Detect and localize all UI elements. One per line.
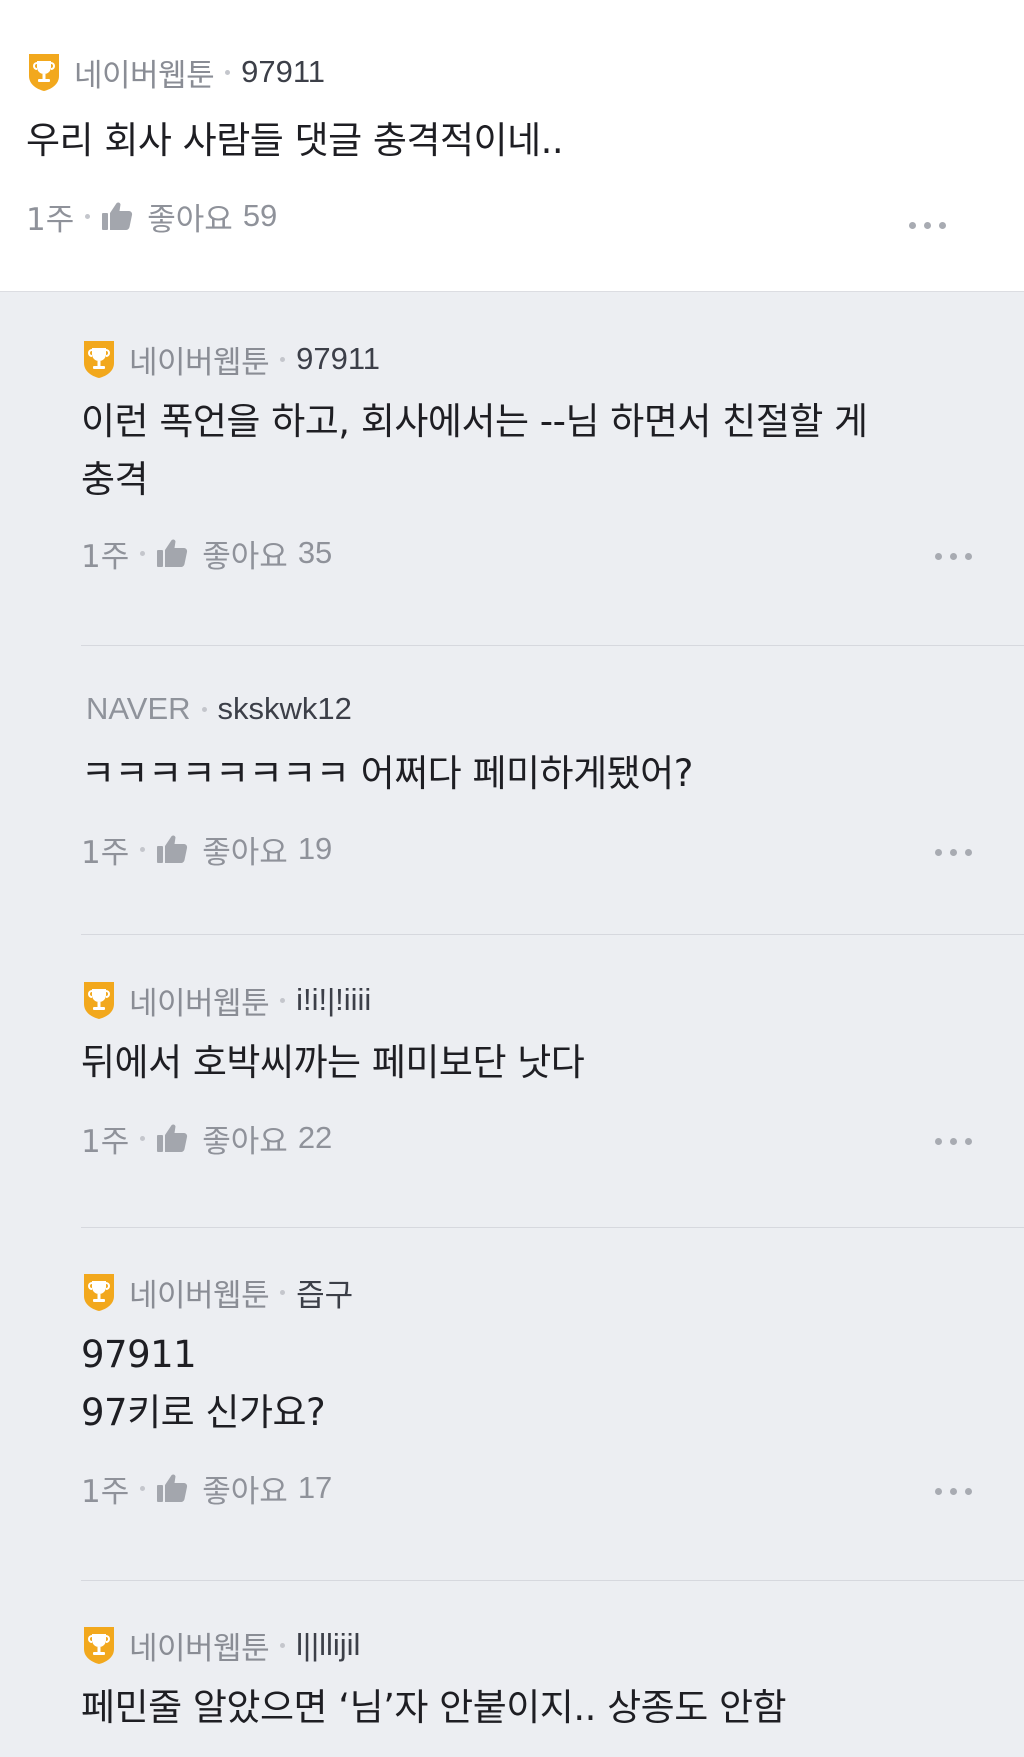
source-label: 네이버웹툰 [129,1277,270,1314]
separator-dot [140,846,146,852]
thumbs-up-icon[interactable] [156,834,188,864]
timestamp: 1주 [81,834,130,871]
separator-dot [85,213,91,219]
like-count: 59 [242,198,278,233]
reply-list: 네이버웹툰 97911 이런 폭언을 하고, 회사에서는 --님 하면서 친절할… [0,292,1024,1756]
comment-text: 이런 폭언을 하고, 회사에서는 --님 하면서 친절할 게 충격 [81,400,868,501]
separator-dot [225,69,231,75]
comment-meta: 네이버웹툰 i!i!|!iiii [81,978,1024,1022]
like-count: 22 [297,1120,333,1155]
like-count: 35 [297,535,333,570]
comment-meta: NAVER skskwk12 [81,687,1024,731]
separator-dot [140,1485,146,1491]
thumbs-up-icon[interactable] [101,201,133,231]
thumbs-up-icon[interactable] [156,1123,188,1153]
more-icon [935,1487,942,1495]
timestamp: 1주 [81,538,130,575]
reply-item: 네이버웹툰 97911 이런 폭언을 하고, 회사에서는 --님 하면서 친절할… [81,292,1024,646]
reply-item: 네이버웹툰 i!i!|!iiii 뒤에서 호박씨까는 페미보단 낫다 1주 좋아… [81,935,1024,1228]
more-icon [909,221,916,229]
source-label: 네이버웹툰 [129,1630,270,1667]
like-label[interactable]: 좋아요 [202,1116,288,1161]
trophy-icon [81,1625,117,1665]
more-options-button[interactable] [935,541,972,571]
comment-text: 페민줄 알았으면 ‘님’자 안붙이지.. 상종도 안함 [81,1686,787,1729]
more-options-button[interactable] [935,1126,972,1156]
reply-item: 네이버웹툰 즙구 97911 97키로 신가요? 1주 좋아요 17 [81,1228,1024,1581]
like-count: 17 [297,1470,333,1505]
separator-dot [280,1289,286,1295]
thumbs-up-icon[interactable] [156,1473,188,1503]
more-icon [935,1137,942,1145]
author-name[interactable]: 97911 [296,341,380,377]
trophy-icon [81,339,117,379]
author-name[interactable]: i!i!|!iiii [296,982,371,1018]
comment-meta: 네이버웹툰 l||llijil [81,1623,1024,1667]
timestamp: 1주 [26,201,75,238]
author-name[interactable]: 즙구 [296,1270,353,1315]
source-label: 네이버웹툰 [129,985,270,1022]
trophy-icon [81,980,117,1020]
trophy-icon [81,1272,117,1312]
original-comment: 네이버웹툰 97911 우리 회사 사람들 댓글 충격적이네.. 1주 좋아요 … [0,0,1024,292]
more-options-button[interactable] [935,1476,972,1506]
more-icon [935,552,942,560]
timestamp: 1주 [81,1123,130,1160]
comment-text: ㅋㅋㅋㅋㅋㅋㅋㅋ 어쩌다 페미하게됐어? [81,752,693,795]
comment-footer: 1주 좋아요 19 [81,827,1024,871]
like-count: 19 [297,831,333,866]
separator-dot [140,1135,146,1141]
thumbs-up-icon[interactable] [156,538,188,568]
separator-dot [280,1642,286,1648]
separator-dot [140,550,146,556]
comment-meta: 네이버웹툰 즙구 [81,1270,1024,1314]
reply-item: 네이버웹툰 l||llijil 페민줄 알았으면 ‘님’자 안붙이지.. 상종도… [81,1581,1024,1756]
author-name[interactable]: l||llijil [296,1627,360,1663]
separator-dot [280,997,286,1003]
author-name[interactable]: 97911 [241,54,325,90]
like-label[interactable]: 좋아요 [147,194,233,239]
comment-footer: 1주 좋아요 17 [81,1466,1024,1510]
source-label: 네이버웹툰 [74,57,215,94]
more-icon [935,848,942,856]
timestamp: 1주 [81,1473,130,1510]
comment-meta: 네이버웹툰 97911 [26,50,998,94]
like-label[interactable]: 좋아요 [202,1466,288,1511]
like-label[interactable]: 좋아요 [202,827,288,872]
comment-text: 우리 회사 사람들 댓글 충격적이네.. [26,119,564,162]
source-label: 네이버웹툰 [129,344,270,381]
more-options-button[interactable] [909,210,946,240]
comment-footer: 1주 좋아요 22 [81,1116,1024,1160]
comment-meta: 네이버웹툰 97911 [81,337,1024,381]
trophy-icon [26,52,62,92]
separator-dot [280,356,286,362]
source-label: NAVER [86,691,191,726]
author-name[interactable]: skskwk12 [218,691,352,727]
reply-item: NAVER skskwk12 ㅋㅋㅋㅋㅋㅋㅋㅋ 어쩌다 페미하게됐어? 1주 좋… [81,646,1024,935]
like-label[interactable]: 좋아요 [202,531,288,576]
separator-dot [201,706,207,712]
comment-text: 97911 97키로 신가요? [81,1333,326,1434]
comment-footer: 1주 좋아요 59 [26,194,998,238]
comment-footer: 1주 좋아요 35 [81,531,1024,575]
comment-text: 뒤에서 호박씨까는 페미보단 낫다 [81,1041,585,1084]
more-options-button[interactable] [935,837,972,867]
